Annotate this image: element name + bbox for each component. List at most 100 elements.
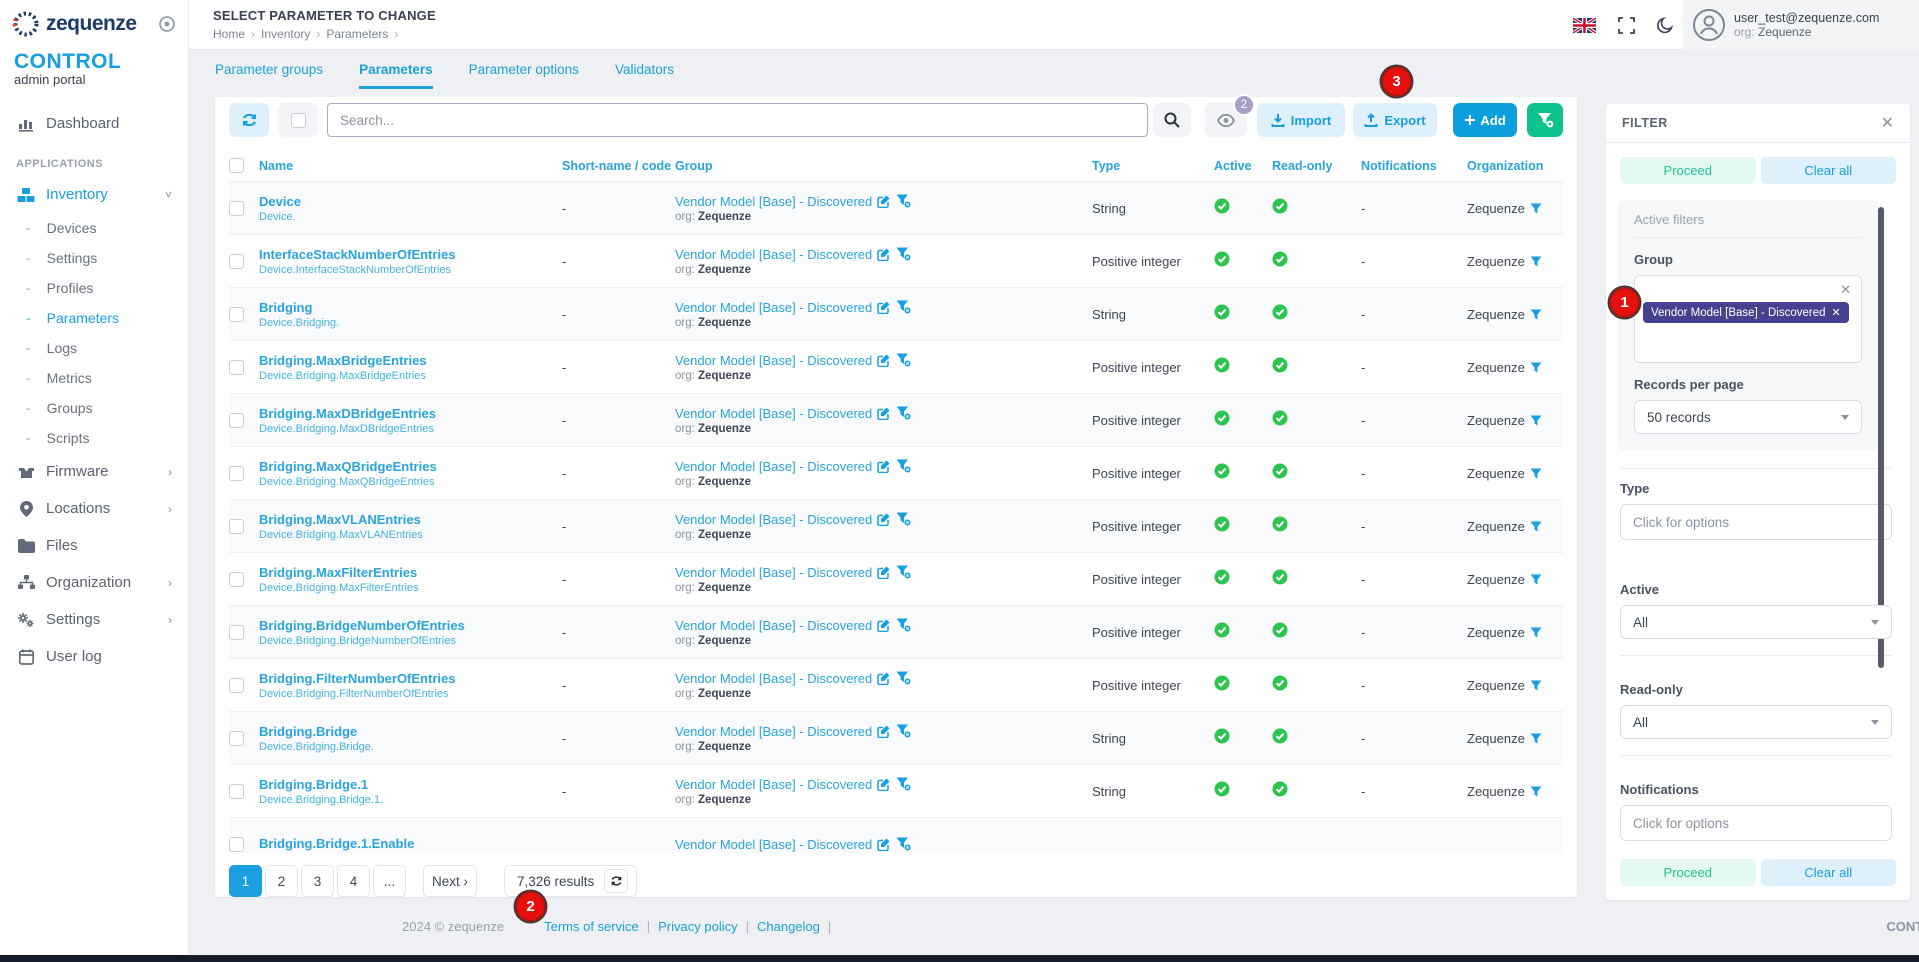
filter-by-group-icon[interactable] [896, 459, 911, 473]
tab[interactable]: Parameter options [469, 62, 579, 89]
row-checkbox[interactable] [229, 201, 244, 216]
edit-group-icon[interactable] [877, 300, 891, 314]
parameter-name-link[interactable]: Bridging.MaxDBridgeEntries [259, 406, 562, 421]
parameter-path-link[interactable]: Device.Bridging.Bridge. [259, 741, 562, 753]
parameter-path-link[interactable]: Device.Bridging.Bridge.1. [259, 794, 562, 806]
parameter-name-link[interactable]: Bridging.Bridge.1 [259, 777, 562, 792]
sidebar-item-files[interactable]: Files [0, 527, 188, 564]
sidebar-subitem[interactable]: Logs [0, 333, 188, 363]
filter-by-organization-icon[interactable] [1530, 521, 1542, 532]
moon-icon[interactable] [1657, 17, 1674, 34]
page-button[interactable]: 2 [265, 865, 298, 897]
sidebar-collapse-icon[interactable] [158, 15, 176, 33]
footer-link[interactable]: Terms of service [544, 919, 658, 934]
sidebar-subitem[interactable]: Parameters [0, 303, 188, 333]
group-link[interactable]: Vendor Model [Base] - Discovered [675, 406, 872, 421]
filter-by-organization-icon[interactable] [1530, 680, 1542, 691]
sidebar-item-organization[interactable]: Organization › [0, 564, 188, 601]
search-button[interactable] [1153, 103, 1191, 137]
search-input[interactable] [327, 103, 1148, 137]
group-link[interactable]: Vendor Model [Base] - Discovered [675, 777, 872, 792]
filter-by-organization-icon[interactable] [1530, 733, 1542, 744]
sidebar-subitem[interactable]: Profiles [0, 273, 188, 303]
filter-scrollbar[interactable] [1878, 207, 1884, 668]
filter-by-organization-icon[interactable] [1530, 256, 1542, 267]
filter-by-group-icon[interactable] [896, 777, 911, 791]
edit-group-icon[interactable] [877, 194, 891, 208]
header-checkbox[interactable] [229, 158, 244, 173]
edit-group-icon[interactable] [877, 459, 891, 473]
filter-by-group-icon[interactable] [896, 671, 911, 685]
sidebar-subitem[interactable]: Settings [0, 243, 188, 273]
flag-uk-icon[interactable] [1573, 18, 1596, 33]
sidebar-item-inventory[interactable]: Inventory ˅ [0, 176, 188, 213]
parameter-name-link[interactable]: Bridging.Bridge.1.Enable [259, 836, 562, 851]
page-button[interactable]: 3 [301, 865, 334, 897]
row-checkbox[interactable] [229, 572, 244, 587]
column-visibility-button[interactable]: 2 [1205, 103, 1247, 137]
edit-group-icon[interactable] [877, 671, 891, 685]
page-button[interactable]: 4 [337, 865, 370, 897]
parameter-path-link[interactable]: Device.Bridging. [259, 317, 562, 329]
parameter-path-link[interactable]: Device.Bridging.MaxDBridgeEntries [259, 423, 562, 435]
tab[interactable]: Validators [615, 62, 674, 89]
parameter-name-link[interactable]: Bridging [259, 300, 562, 315]
clear-group-icon[interactable]: ✕ [1840, 282, 1851, 298]
export-button[interactable]: Export [1353, 103, 1437, 137]
footer-link[interactable]: Privacy policy [658, 919, 757, 934]
refresh-button[interactable] [229, 103, 269, 137]
column-header-organization[interactable]: Organization [1467, 159, 1563, 173]
close-filter-icon[interactable]: ✕ [1881, 113, 1894, 133]
filter-by-group-icon[interactable] [896, 618, 911, 632]
proceed-button-top[interactable]: Proceed [1620, 157, 1756, 184]
parameter-path-link[interactable]: Device.Bridging.FilterNumberOfEntries [259, 688, 562, 700]
row-checkbox[interactable] [229, 731, 244, 746]
group-link[interactable]: Vendor Model [Base] - Discovered [675, 247, 872, 262]
breadcrumb-item[interactable]: Inventory [261, 27, 320, 41]
filter-by-group-icon[interactable] [896, 837, 911, 851]
edit-group-icon[interactable] [877, 512, 891, 526]
parameter-name-link[interactable]: Device [259, 194, 562, 209]
edit-group-icon[interactable] [877, 565, 891, 579]
row-checkbox[interactable] [229, 519, 244, 534]
user-menu[interactable]: user_test@zequenze.com org: Zequenze [1682, 0, 1919, 50]
group-link[interactable]: Vendor Model [Base] - Discovered [675, 618, 872, 633]
group-link[interactable]: Vendor Model [Base] - Discovered [675, 837, 872, 852]
edit-group-icon[interactable] [877, 777, 891, 791]
edit-group-icon[interactable] [877, 247, 891, 261]
parameter-name-link[interactable]: Bridging.MaxQBridgeEntries [259, 459, 562, 474]
clear-all-button-top[interactable]: Clear all [1761, 157, 1897, 184]
filter-by-group-icon[interactable] [896, 565, 911, 579]
row-checkbox[interactable] [229, 625, 244, 640]
row-checkbox[interactable] [229, 307, 244, 322]
parameter-name-link[interactable]: Bridging.Bridge [259, 724, 562, 739]
sidebar-subitem[interactable]: Scripts [0, 423, 188, 453]
sidebar-item-userlog[interactable]: User log [0, 638, 188, 675]
column-header-type[interactable]: Type [1092, 159, 1214, 173]
remove-chip-icon[interactable]: ✕ [1832, 306, 1841, 319]
filter-by-organization-icon[interactable] [1530, 574, 1542, 585]
parameter-path-link[interactable]: Device.Bridging.BridgeNumberOfEntries [259, 635, 562, 647]
parameter-name-link[interactable]: InterfaceStackNumberOfEntries [259, 247, 562, 262]
edit-group-icon[interactable] [877, 618, 891, 632]
page-button[interactable]: 1 [229, 865, 262, 897]
sidebar-subitem[interactable]: Devices [0, 213, 188, 243]
clear-all-button-bottom[interactable]: Clear all [1761, 859, 1897, 886]
filter-by-organization-icon[interactable] [1530, 468, 1542, 479]
row-checkbox[interactable] [229, 254, 244, 269]
filter-by-organization-icon[interactable] [1530, 309, 1542, 320]
row-checkbox[interactable] [229, 413, 244, 428]
row-checkbox[interactable] [229, 678, 244, 693]
column-header-name[interactable]: Name [259, 159, 562, 173]
group-multiselect[interactable]: ✕ Vendor Model [Base] - Discovered ✕ [1634, 275, 1862, 363]
active-filter-select[interactable]: All [1620, 605, 1892, 639]
filter-by-group-icon[interactable] [896, 300, 911, 314]
edit-group-icon[interactable] [877, 724, 891, 738]
column-header-shortname[interactable]: Short-name / code [562, 159, 675, 173]
footer-link[interactable]: Changelog [757, 919, 839, 934]
open-filter-button[interactable] [1527, 103, 1563, 137]
readonly-filter-select[interactable]: All [1620, 705, 1892, 739]
filter-by-organization-icon[interactable] [1530, 627, 1542, 638]
filter-by-organization-icon[interactable] [1530, 362, 1542, 373]
group-link[interactable]: Vendor Model [Base] - Discovered [675, 194, 872, 209]
